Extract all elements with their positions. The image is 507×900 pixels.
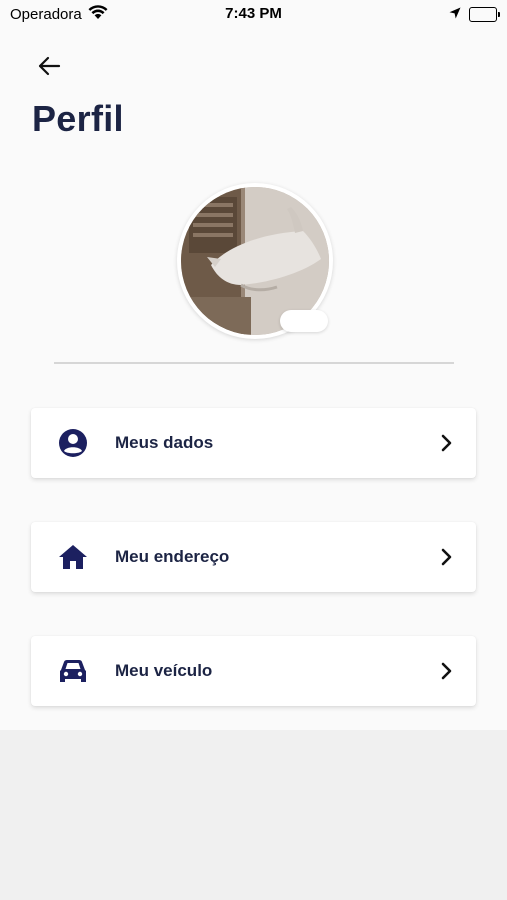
status-bar: Operadora 7:43 PM <box>0 0 507 30</box>
account-circle-icon <box>58 429 88 457</box>
status-indicators <box>449 6 500 23</box>
divider <box>54 362 454 364</box>
menu-item-label: Meu endereço <box>115 547 230 566</box>
menu-item-meu-veiculo[interactable]: Meu veículo <box>31 636 476 706</box>
menu-item-label: Meu veículo <box>115 661 213 680</box>
chevron-right-icon <box>440 661 454 681</box>
status-time: 7:43 PM <box>225 5 282 22</box>
location-arrow-icon <box>449 6 461 23</box>
page-title: Perfil <box>32 98 124 139</box>
arrow-left-icon <box>38 56 61 76</box>
menu-item-meus-dados[interactable]: Meus dados <box>31 408 476 478</box>
edit-avatar-button[interactable] <box>280 310 328 332</box>
home-icon <box>58 543 88 571</box>
chevron-right-icon <box>440 547 454 567</box>
chevron-right-icon <box>440 433 454 453</box>
profile-screen: Operadora 7:43 PM Perfil Meus dados Meu … <box>0 0 507 730</box>
back-button[interactable] <box>32 50 66 82</box>
battery-icon <box>469 7 500 22</box>
car-icon <box>58 657 88 685</box>
menu-item-meu-endereco[interactable]: Meu endereço <box>31 522 476 592</box>
menu-item-label: Meus dados <box>115 433 214 452</box>
